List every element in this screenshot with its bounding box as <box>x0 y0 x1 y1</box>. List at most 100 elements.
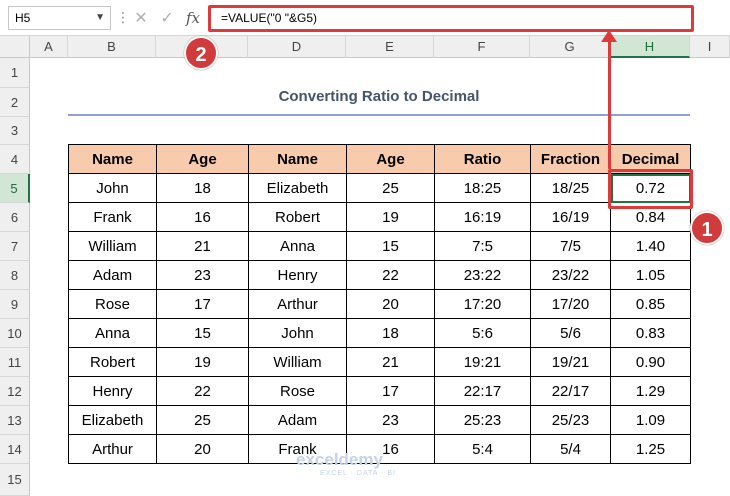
row-header[interactable]: 13 <box>0 406 30 435</box>
table-cell[interactable]: 0.85 <box>610 289 691 319</box>
table-cell[interactable]: 23/22 <box>530 260 611 290</box>
row-header[interactable]: 6 <box>0 203 30 232</box>
table-cell[interactable]: 7/5 <box>530 231 611 261</box>
header-name[interactable]: Name <box>68 144 157 174</box>
header-ratio[interactable]: Ratio <box>434 144 531 174</box>
table-cell[interactable]: William <box>248 347 347 377</box>
column-header[interactable]: F <box>434 36 530 58</box>
table-cell[interactable]: 18/25 <box>530 173 611 203</box>
table-cell[interactable]: 21 <box>156 231 249 261</box>
row-header[interactable]: 3 <box>0 117 30 145</box>
table-cell[interactable]: 19 <box>346 202 435 232</box>
table-cell[interactable]: 1.25 <box>610 434 691 464</box>
table-cell[interactable]: 20 <box>346 289 435 319</box>
select-all-corner[interactable] <box>0 36 30 58</box>
row-header[interactable]: 15 <box>0 464 30 496</box>
table-cell[interactable]: 16/19 <box>530 202 611 232</box>
table-cell[interactable]: 1.09 <box>610 405 691 435</box>
table-cell[interactable]: Rose <box>248 376 347 406</box>
table-cell[interactable]: 22:17 <box>434 376 531 406</box>
table-cell[interactable]: Frank <box>68 202 157 232</box>
table-cell[interactable]: Anna <box>248 231 347 261</box>
table-cell[interactable]: 25:23 <box>434 405 531 435</box>
table-cell[interactable]: 22 <box>346 260 435 290</box>
row-header[interactable]: 4 <box>0 145 30 174</box>
table-cell[interactable]: 16 <box>156 202 249 232</box>
table-cell[interactable]: 19 <box>156 347 249 377</box>
row-header[interactable]: 14 <box>0 435 30 464</box>
table-cell[interactable]: John <box>68 173 157 203</box>
table-cell[interactable]: 1.40 <box>610 231 691 261</box>
header-age-2[interactable]: Age <box>346 144 435 174</box>
table-cell[interactable]: 18 <box>346 318 435 348</box>
column-header[interactable]: B <box>68 36 156 58</box>
table-cell[interactable]: Arthur <box>248 289 347 319</box>
table-cell[interactable]: Robert <box>248 202 347 232</box>
table-cell[interactable]: 17:20 <box>434 289 531 319</box>
column-header[interactable]: E <box>346 36 434 58</box>
table-cell[interactable]: 16:19 <box>434 202 531 232</box>
table-cell[interactable]: 25/23 <box>530 405 611 435</box>
header-fraction[interactable]: Fraction <box>530 144 611 174</box>
table-cell[interactable]: 21 <box>346 347 435 377</box>
table-cell[interactable]: 0.90 <box>610 347 691 377</box>
table-cell[interactable]: 18 <box>156 173 249 203</box>
table-cell[interactable]: 18:25 <box>434 173 531 203</box>
table-cell[interactable]: 1.05 <box>610 260 691 290</box>
table-cell[interactable]: 25 <box>156 405 249 435</box>
table-cell[interactable]: 23:22 <box>434 260 531 290</box>
table-cell[interactable]: 15 <box>156 318 249 348</box>
column-header[interactable]: A <box>30 36 68 58</box>
table-cell[interactable]: Arthur <box>68 434 157 464</box>
table-cell[interactable]: Henry <box>248 260 347 290</box>
formula-input[interactable]: =VALUE("0 "&G5) <box>208 5 694 32</box>
cancel-icon[interactable]: ✕ <box>132 8 150 28</box>
table-cell[interactable]: 23 <box>156 260 249 290</box>
table-cell[interactable]: Henry <box>68 376 157 406</box>
chevron-down-icon[interactable]: ▼ <box>95 7 105 29</box>
column-header[interactable]: I <box>690 36 730 58</box>
table-cell[interactable]: Anna <box>68 318 157 348</box>
row-header[interactable]: 1 <box>0 58 30 88</box>
row-header[interactable]: 11 <box>0 348 30 377</box>
table-cell[interactable]: 5/4 <box>530 434 611 464</box>
enter-icon[interactable]: ✓ <box>158 8 176 28</box>
table-cell[interactable]: John <box>248 318 347 348</box>
table-cell[interactable]: 5/6 <box>530 318 611 348</box>
row-header[interactable]: 7 <box>0 232 30 261</box>
row-header[interactable]: 2 <box>0 88 30 117</box>
column-header-selected[interactable]: H <box>610 36 690 58</box>
table-cell[interactable]: 23 <box>346 405 435 435</box>
header-age[interactable]: Age <box>156 144 249 174</box>
table-cell[interactable]: 19/21 <box>530 347 611 377</box>
table-cell[interactable]: 5:4 <box>434 434 531 464</box>
insert-function-icon[interactable]: fx <box>184 9 202 27</box>
table-cell[interactable]: Robert <box>68 347 157 377</box>
table-cell[interactable]: 1.29 <box>610 376 691 406</box>
column-header[interactable]: G <box>530 36 610 58</box>
table-cell[interactable]: William <box>68 231 157 261</box>
table-cell[interactable]: Elizabeth <box>248 173 347 203</box>
row-header[interactable]: 8 <box>0 261 30 290</box>
table-cell[interactable]: Rose <box>68 289 157 319</box>
table-cell[interactable]: 15 <box>346 231 435 261</box>
table-cell[interactable]: Elizabeth <box>68 405 157 435</box>
more-options-icon[interactable]: ⋮ <box>116 9 130 25</box>
table-cell[interactable]: 25 <box>346 173 435 203</box>
table-cell[interactable]: 5:6 <box>434 318 531 348</box>
table-cell[interactable]: 22 <box>156 376 249 406</box>
table-cell[interactable]: 17 <box>156 289 249 319</box>
table-cell[interactable]: 17/20 <box>530 289 611 319</box>
table-cell[interactable]: 17 <box>346 376 435 406</box>
table-cell[interactable]: Adam <box>248 405 347 435</box>
table-cell[interactable]: 20 <box>156 434 249 464</box>
column-header[interactable]: D <box>248 36 346 58</box>
table-cell[interactable]: Adam <box>68 260 157 290</box>
row-header[interactable]: 10 <box>0 319 30 348</box>
table-cell[interactable]: 19:21 <box>434 347 531 377</box>
row-header[interactable]: 12 <box>0 377 30 406</box>
row-header[interactable]: 9 <box>0 290 30 319</box>
table-cell[interactable]: 22/17 <box>530 376 611 406</box>
name-box[interactable]: H5 ▼ <box>8 6 111 30</box>
table-cell[interactable]: 0.83 <box>610 318 691 348</box>
